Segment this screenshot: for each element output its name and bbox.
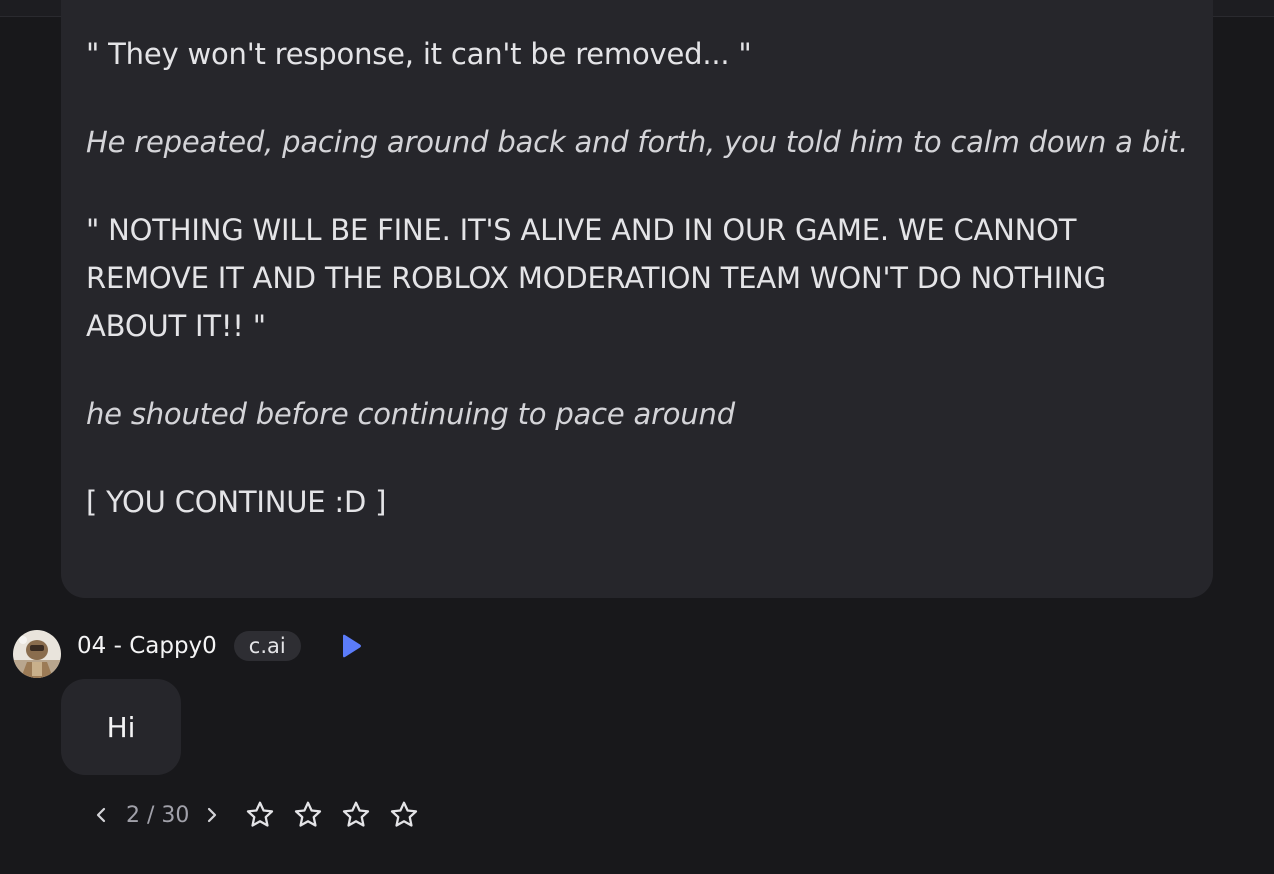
response-pager: 2 / 30 [92,796,421,834]
star-icon[interactable] [387,798,421,832]
character-name[interactable]: 04 - Cappy0 [77,633,217,659]
previous-message-bubble: " They won't response, it can't be remov… [61,0,1213,598]
star-rating [243,798,421,832]
star-icon[interactable] [339,798,373,832]
message-paragraph: " They won't response, it can't be remov… [86,37,752,71]
reply-header: 04 - Cappy0 c.ai [13,630,363,678]
star-icon[interactable] [243,798,277,832]
message-paragraph: [ YOU CONTINUE :D ] [86,485,387,519]
reply-message-bubble: Hi [61,679,181,775]
play-icon[interactable] [339,633,363,659]
message-paragraph: He repeated, pacing around back and fort… [86,125,1188,159]
message-paragraph: " NOTHING WILL BE FINE. IT'S ALIVE AND I… [86,213,1106,343]
cai-badge: c.ai [233,631,301,661]
response-counter: 2 / 30 [126,802,190,828]
star-icon[interactable] [291,798,325,832]
character-avatar[interactable] [13,630,61,678]
chevron-right-icon[interactable] [203,796,221,834]
chevron-left-icon[interactable] [92,796,110,834]
message-paragraph: he shouted before continuing to pace aro… [86,397,735,431]
reply-text: Hi [106,710,136,744]
